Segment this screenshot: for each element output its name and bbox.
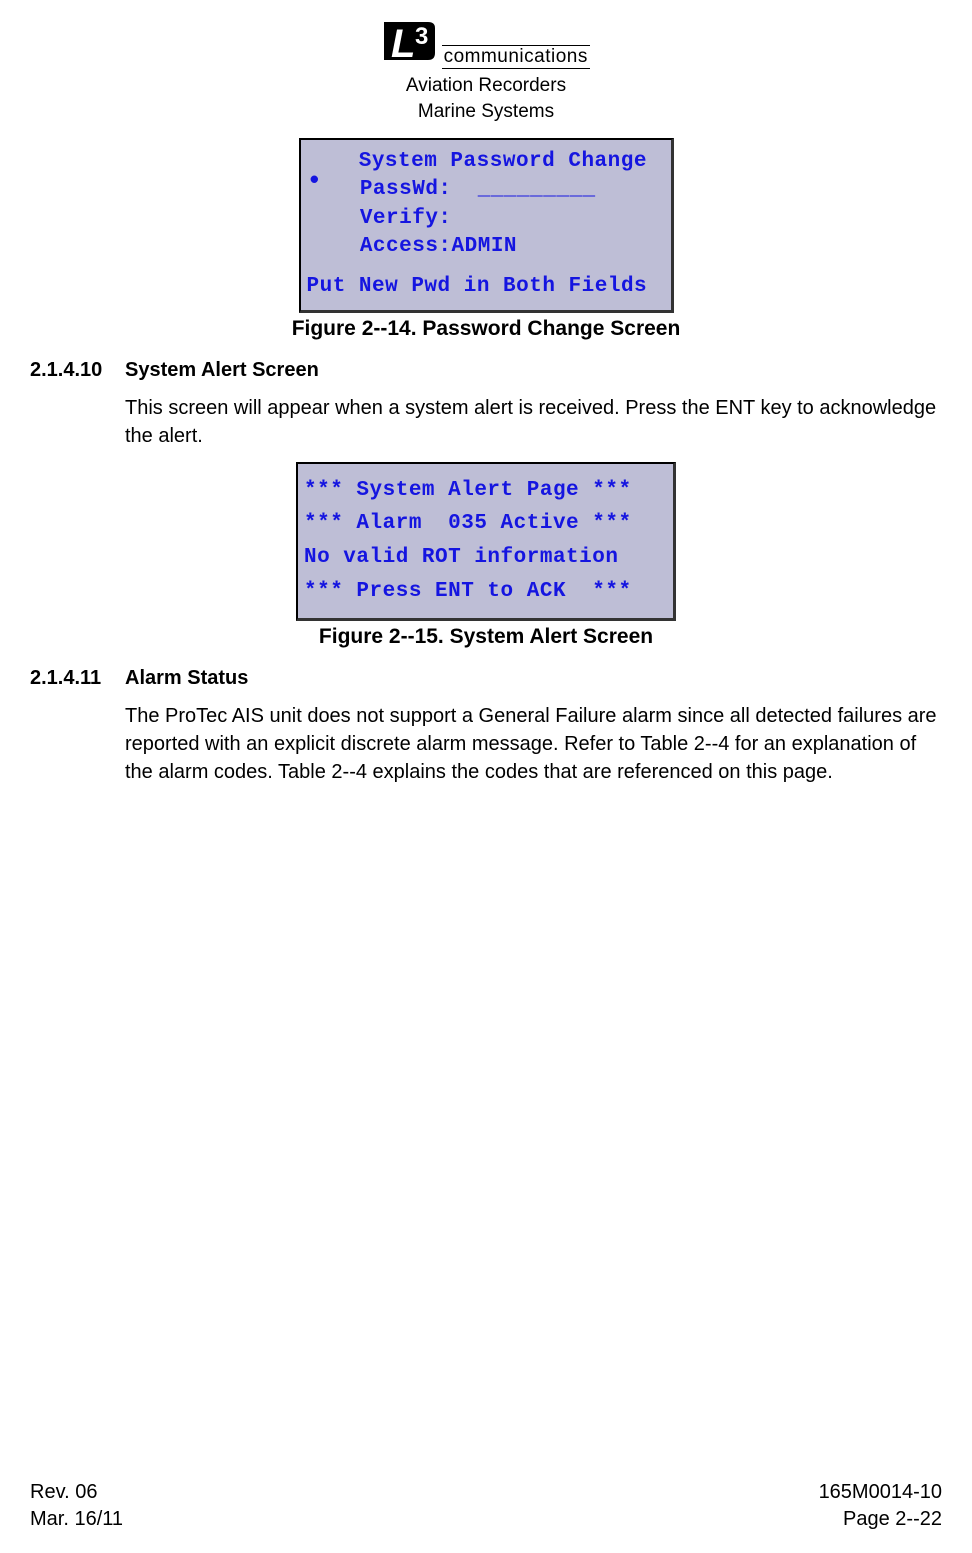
page-footer: Rev. 06 Mar. 16/11 165M0014-10 Page 2--2… — [30, 1479, 942, 1533]
section-2-1-4-11-header: 2.1.4.11 Alarm Status — [30, 667, 942, 690]
footer-page: Page 2--22 — [819, 1506, 942, 1533]
footer-rev: Rev. 06 — [30, 1479, 123, 1506]
section-2-1-4-10-body: This screen will appear when a system al… — [125, 394, 942, 450]
system-alert-screen-image: *** System Alert Page *** *** Alarm 035 … — [296, 462, 676, 621]
screen2-line3: No valid ROT information — [304, 541, 667, 575]
screen2-line2: *** Alarm 035 Active *** — [304, 507, 667, 541]
cursor-dot-icon: • — [307, 176, 321, 261]
svg-text:L: L — [391, 22, 415, 62]
header-line-1: Aviation Recorders — [30, 75, 942, 97]
l3-logo-icon: L 3 — [382, 20, 437, 62]
header-line-2: Marine Systems — [30, 101, 942, 123]
screen1-access: Access:ADMIN — [321, 233, 596, 261]
logo-communications: communications — [442, 45, 590, 69]
section-2-1-4-11-body: The ProTec AIS unit does not support a G… — [125, 702, 942, 786]
figure-2-14-caption: Figure 2--14. Password Change Screen — [30, 317, 942, 341]
screen1-title: System Password Change — [307, 148, 665, 176]
password-change-screen-image: System Password Change • PassWd: _______… — [299, 138, 674, 313]
screen2-line1: *** System Alert Page *** — [304, 474, 667, 508]
section-number: 2.1.4.11 — [30, 667, 125, 690]
svg-text:3: 3 — [415, 23, 428, 50]
page-header: L 3 communications Aviation Recorders Ma… — [30, 20, 942, 123]
section-2-1-4-10-header: 2.1.4.10 System Alert Screen — [30, 359, 942, 382]
company-logo: L 3 communications — [382, 20, 590, 69]
section-number: 2.1.4.10 — [30, 359, 125, 382]
section-title: System Alert Screen — [125, 359, 319, 382]
screen2-line4: *** Press ENT to ACK *** — [304, 575, 667, 609]
footer-date: Mar. 16/11 — [30, 1506, 123, 1533]
screen1-passwd: PassWd: _________ — [321, 176, 596, 204]
section-title: Alarm Status — [125, 667, 248, 690]
footer-docnum: 165M0014-10 — [819, 1479, 942, 1506]
figure-2-15-caption: Figure 2--15. System Alert Screen — [30, 625, 942, 649]
screen1-verify: Verify: — [321, 205, 596, 233]
screen1-footer: Put New Pwd in Both Fields — [307, 273, 665, 301]
